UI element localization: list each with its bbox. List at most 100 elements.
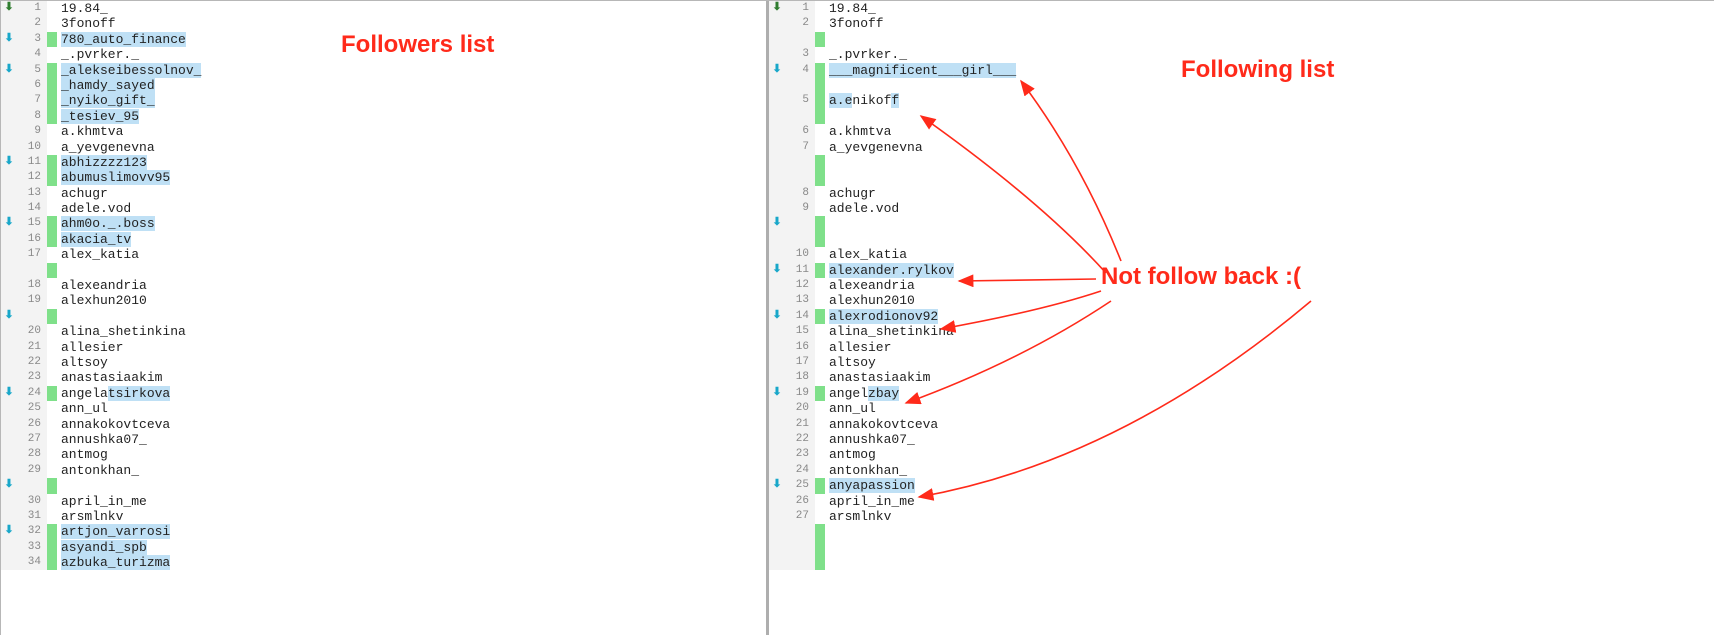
diff-row[interactable]: 3_.pvrker._ — [769, 47, 1714, 62]
diff-row[interactable]: ⬇ — [769, 216, 1714, 231]
diff-row[interactable]: ⬇11abhizzzz123 — [1, 155, 766, 170]
line-content[interactable] — [57, 263, 766, 278]
diff-row[interactable]: 26april_in_me — [769, 494, 1714, 509]
line-content[interactable]: ___magnificent___girl___ — [825, 63, 1714, 78]
diff-row[interactable] — [769, 109, 1714, 124]
diff-row[interactable]: 5a.enikoff — [769, 93, 1714, 108]
diff-row[interactable]: 31arsmlnkv — [1, 509, 766, 524]
diff-row[interactable]: 23anastasiaakim — [1, 370, 766, 385]
diff-row[interactable]: 22altsoy — [1, 355, 766, 370]
line-content[interactable]: annushka07_ — [57, 432, 766, 447]
line-content[interactable]: a.khmtva — [57, 124, 766, 139]
line-content[interactable]: antonkhan_ — [57, 463, 766, 478]
diff-row[interactable]: 6a.khmtva — [769, 124, 1714, 139]
diff-row[interactable]: 21allesier — [1, 340, 766, 355]
line-content[interactable]: 780_auto_finance — [57, 32, 766, 47]
diff-row[interactable]: 26annakokovtceva — [1, 417, 766, 432]
line-content[interactable]: _.pvrker._ — [825, 47, 1714, 62]
diff-row[interactable]: 10a_yevgenevna — [1, 140, 766, 155]
line-content[interactable]: alexander.rylkov — [825, 263, 1714, 278]
line-content[interactable]: anyapassion — [825, 478, 1714, 493]
line-content[interactable]: 19.84_ — [57, 1, 766, 16]
diff-row[interactable]: 23fonoff — [769, 16, 1714, 31]
diff-row[interactable]: ⬇14alexrodionov92 — [769, 309, 1714, 324]
diff-row[interactable]: 7_nyiko_gift_ — [1, 93, 766, 108]
line-content[interactable]: annakokovtceva — [825, 417, 1714, 432]
line-content[interactable]: adele.vod — [825, 201, 1714, 216]
line-content[interactable]: alexhun2010 — [57, 293, 766, 308]
line-content[interactable]: achugr — [825, 186, 1714, 201]
diff-row[interactable]: ⬇4___magnificent___girl___ — [769, 63, 1714, 78]
diff-row[interactable]: 20ann_ul — [769, 401, 1714, 416]
diff-row[interactable]: ⬇24angelatsirkova — [1, 386, 766, 401]
diff-row[interactable]: ⬇ — [1, 309, 766, 324]
diff-row[interactable]: ⬇32artjon_varrosi — [1, 524, 766, 539]
line-content[interactable]: ahm0o._.boss — [57, 216, 766, 231]
diff-row[interactable]: 27annushka07_ — [1, 432, 766, 447]
line-content[interactable]: alexhun2010 — [825, 293, 1714, 308]
diff-row[interactable]: 29antonkhan_ — [1, 463, 766, 478]
diff-row[interactable] — [769, 155, 1714, 170]
diff-row[interactable]: 28antmog — [1, 447, 766, 462]
line-content[interactable]: achugr — [57, 186, 766, 201]
line-content[interactable]: a.enikoff — [825, 93, 1714, 108]
line-content[interactable]: _alekseibessolnov_ — [57, 63, 766, 78]
line-content[interactable]: 3fonoff — [825, 16, 1714, 31]
diff-row[interactable]: 18alexeandria — [1, 278, 766, 293]
diff-row[interactable] — [769, 32, 1714, 47]
diff-row[interactable]: 12abumuslimovv95 — [1, 170, 766, 185]
line-content[interactable]: _tesiev_95 — [57, 109, 766, 124]
line-content[interactable]: ann_ul — [825, 401, 1714, 416]
line-content[interactable]: _nyiko_gift_ — [57, 93, 766, 108]
diff-row[interactable]: 12alexeandria — [769, 278, 1714, 293]
diff-row[interactable]: ⬇11alexander.rylkov — [769, 263, 1714, 278]
diff-row[interactable]: 17altsoy — [769, 355, 1714, 370]
line-content[interactable]: angelatsirkova — [57, 386, 766, 401]
line-content[interactable]: alex_katia — [825, 247, 1714, 262]
line-content[interactable]: arsmlnkv — [825, 509, 1714, 524]
diff-row[interactable]: 22annushka07_ — [769, 432, 1714, 447]
diff-row[interactable]: 19alexhun2010 — [1, 293, 766, 308]
diff-row[interactable]: 4_.pvrker._ — [1, 47, 766, 62]
line-content[interactable]: antonkhan_ — [825, 463, 1714, 478]
line-content[interactable]: allesier — [57, 340, 766, 355]
diff-row[interactable]: 33asyandi_spb — [1, 540, 766, 555]
diff-row[interactable] — [769, 78, 1714, 93]
line-content[interactable]: abhizzzz123 — [57, 155, 766, 170]
line-content[interactable]: antmog — [57, 447, 766, 462]
diff-row[interactable]: 34azbuka_turizma — [1, 555, 766, 570]
diff-row[interactable]: ⬇ — [1, 478, 766, 493]
line-content[interactable] — [825, 540, 1714, 555]
diff-row[interactable]: 9a.khmtva — [1, 124, 766, 139]
diff-row[interactable]: 17alex_katia — [1, 247, 766, 262]
line-content[interactable]: akacia_tv — [57, 232, 766, 247]
line-content[interactable] — [825, 524, 1714, 539]
diff-row[interactable] — [769, 540, 1714, 555]
line-content[interactable]: annakokovtceva — [57, 417, 766, 432]
diff-row[interactable]: ⬇3780_auto_finance — [1, 32, 766, 47]
diff-row[interactable] — [769, 555, 1714, 570]
line-content[interactable] — [825, 155, 1714, 170]
line-content[interactable]: alex_katia — [57, 247, 766, 262]
diff-row[interactable]: 16allesier — [769, 340, 1714, 355]
line-content[interactable]: azbuka_turizma — [57, 555, 766, 570]
diff-row[interactable]: 23fonoff — [1, 16, 766, 31]
diff-row[interactable] — [769, 170, 1714, 185]
diff-row[interactable]: ⬇119.84_ — [769, 1, 1714, 16]
line-content[interactable]: alexrodionov92 — [825, 309, 1714, 324]
diff-row[interactable]: 8achugr — [769, 186, 1714, 201]
line-content[interactable]: a.khmtva — [825, 124, 1714, 139]
line-content[interactable]: april_in_me — [825, 494, 1714, 509]
line-content[interactable]: 3fonoff — [57, 16, 766, 31]
line-content[interactable]: altsoy — [825, 355, 1714, 370]
diff-row[interactable]: 13achugr — [1, 186, 766, 201]
line-content[interactable]: anastasiaakim — [825, 370, 1714, 385]
line-content[interactable]: a_yevgenevna — [825, 140, 1714, 155]
line-content[interactable]: alina_shetinkina — [825, 324, 1714, 339]
diff-row[interactable]: 27arsmlnkv — [769, 509, 1714, 524]
line-content[interactable]: alexeandria — [57, 278, 766, 293]
diff-row[interactable]: ⬇5_alekseibessolnov_ — [1, 63, 766, 78]
diff-row[interactable]: 14adele.vod — [1, 201, 766, 216]
diff-row[interactable] — [769, 524, 1714, 539]
diff-row[interactable]: 15alina_shetinkina — [769, 324, 1714, 339]
